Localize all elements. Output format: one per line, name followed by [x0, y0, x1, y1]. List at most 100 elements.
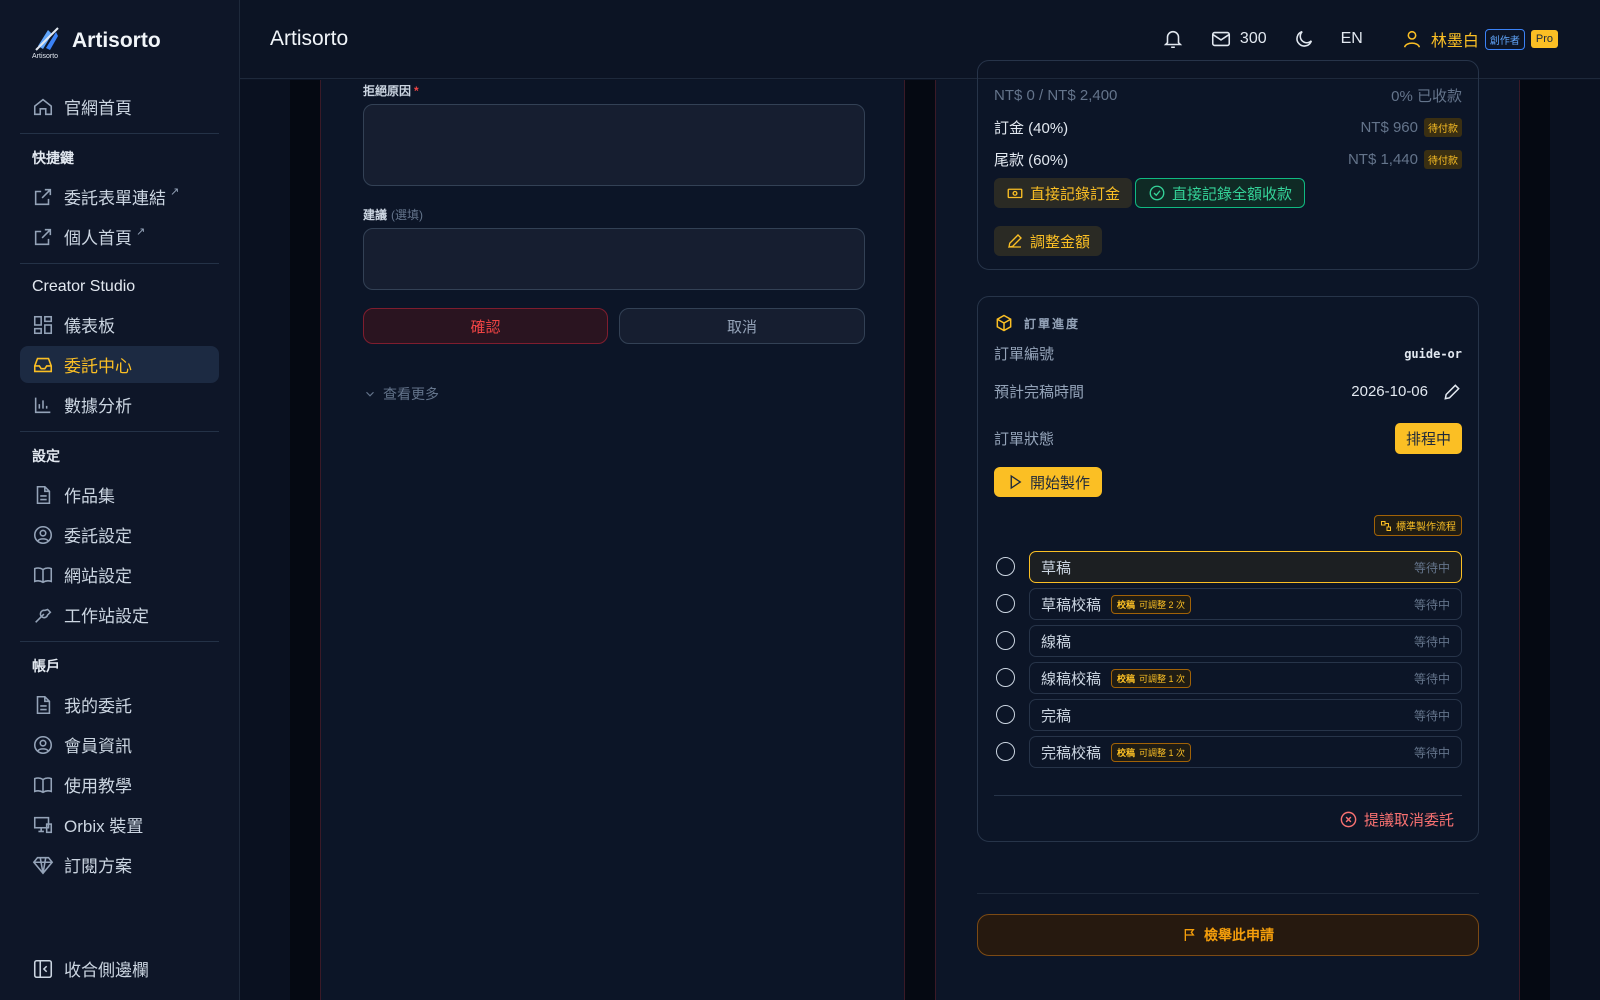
diamond-icon — [32, 856, 54, 874]
sidebar-item-label: 數據分析 — [64, 397, 132, 416]
sidebar-item-label: 我的委託 — [64, 697, 132, 716]
divider — [20, 431, 219, 432]
language-button[interactable]: EN — [1341, 30, 1363, 48]
sidebar-item-label: 委託設定 — [64, 527, 132, 546]
step-status: 等待中 — [1413, 597, 1450, 612]
step-name: 草稿 — [1041, 559, 1072, 577]
eta-value: 2026-10-06 — [1351, 382, 1462, 402]
sidebar-item-portfolio[interactable]: 作品集 — [20, 476, 219, 513]
review-count: 可調整 2 次 — [1139, 599, 1186, 610]
sidebar-item-member-info[interactable]: 會員資訊 — [20, 726, 219, 763]
step-box[interactable]: 線稿校稿 校稿 可調整 1 次 等待中 — [1029, 662, 1462, 694]
record-full-label: 直接記錄全額收款 — [1172, 185, 1293, 203]
sidebar-item-home[interactable]: 官網首頁 — [20, 88, 219, 125]
sidebar-item-form-link[interactable]: 委託表單連結 ↗ — [20, 178, 219, 215]
cash-icon — [1007, 188, 1023, 199]
header-title: Artisorto — [270, 27, 349, 50]
collapse-sidebar-button[interactable]: 收合側邊欄 — [32, 956, 149, 981]
sidebar-item-profile-link[interactable]: 個人首頁 ↗ — [20, 218, 219, 255]
cancel-button[interactable]: 取消 — [619, 308, 865, 344]
sidebar-item-dashboard[interactable]: 儀表板 — [20, 306, 219, 343]
brand-logo-icon: Artisorto — [32, 24, 62, 60]
theme-toggle[interactable] — [1293, 28, 1315, 50]
record-deposit-button[interactable]: 直接記錄訂金 — [994, 178, 1133, 208]
record-full-payment-button[interactable]: 直接記錄全額收款 — [1135, 178, 1306, 208]
order-progress-card: 訂單進度 訂單編號 guide-or 預計完稿時間 2026-10-06 訂單狀… — [977, 296, 1479, 842]
review-key: 校稿 — [1117, 747, 1136, 758]
show-more-toggle[interactable]: 查看更多 — [363, 384, 439, 404]
step-box[interactable]: 草稿 等待中 — [1029, 551, 1462, 583]
step-status: 等待中 — [1413, 634, 1450, 649]
pencil-icon[interactable] — [1442, 382, 1462, 402]
user-name: 林墨白 — [1430, 33, 1479, 50]
step-radio[interactable] — [996, 705, 1015, 724]
gutter — [1520, 80, 1550, 1000]
external-arrow-icon: ↗ — [136, 226, 146, 238]
sidebar-item-tutorial[interactable]: 使用教學 — [20, 766, 219, 803]
status-badge: 待付款 — [1424, 118, 1462, 137]
deposit-row: 訂金 (40%) NT$ 960 待付款 — [994, 117, 1462, 138]
bar-chart-icon — [34, 397, 51, 413]
mail-button[interactable]: 300 — [1210, 28, 1267, 50]
sidebar-item-subscription[interactable]: 訂閱方案 — [20, 846, 219, 883]
review-key: 校稿 — [1117, 599, 1136, 610]
adjust-amount-label: 調整金額 — [1030, 233, 1091, 251]
step-row: 草稿 等待中 — [994, 551, 1462, 583]
eta-date: 2026-10-06 — [1351, 383, 1428, 400]
sidebar-item-site-settings[interactable]: 網站設定 — [20, 556, 219, 593]
collapse-label: 收合側邊欄 — [64, 961, 149, 980]
brand[interactable]: Artisorto Artisorto — [32, 24, 161, 60]
step-radio[interactable] — [996, 742, 1015, 761]
sidebar-item-label: 官網首頁 — [64, 99, 132, 118]
progress-heading-text: 訂單進度 — [1024, 316, 1081, 331]
step-status: 等待中 — [1413, 671, 1450, 686]
document-icon — [36, 485, 51, 504]
sidebar-item-orbix[interactable]: Orbix 裝置 — [20, 806, 219, 843]
adjust-amount-button[interactable]: 調整金額 — [994, 226, 1103, 256]
record-deposit-label: 直接記錄訂金 — [1030, 185, 1121, 203]
sidebar-item-label: 儀表板 — [64, 317, 115, 336]
inbox-icon — [33, 357, 53, 372]
sidebar-item-label: 網站設定 — [64, 567, 132, 586]
deposit-value: NT$ 960 待付款 — [1360, 118, 1462, 137]
workflow-tag-label: 標準製作流程 — [1396, 522, 1456, 533]
brand-name: Artisorto — [72, 29, 161, 52]
step-radio[interactable] — [996, 631, 1015, 650]
workflow-icon — [1381, 520, 1391, 531]
suggest-textarea[interactable] — [363, 228, 865, 290]
section-heading-account: 帳戶 — [32, 658, 60, 674]
payment-total: NT$ 0 / NT$ 2,400 — [994, 87, 1118, 104]
step-box[interactable]: 線稿 等待中 — [1029, 625, 1462, 657]
confirm-button[interactable]: 確認 — [363, 308, 608, 344]
gutter — [290, 80, 320, 1000]
reject-form-panel: 拒絕原因 * 建議 (選填) 確認 取消 查看更多 — [320, 80, 905, 1000]
status-badge: 排程中 — [1394, 423, 1462, 454]
step-box[interactable]: 草稿校稿 校稿 可調整 2 次 等待中 — [1029, 588, 1462, 620]
section-heading-settings: 設定 — [32, 448, 60, 464]
section-heading-shortcuts: 快捷鍵 — [32, 150, 74, 166]
sidebar-item-label: 作品集 — [64, 487, 115, 506]
start-production-button[interactable]: 開始製作 — [994, 467, 1103, 497]
reason-textarea[interactable] — [363, 104, 865, 186]
sidebar-item-my-commissions[interactable]: 我的委託 — [20, 686, 219, 723]
propose-cancel-button[interactable]: 提議取消委託 — [1339, 809, 1454, 830]
status-badge: 待付款 — [1424, 150, 1462, 169]
notifications-button[interactable] — [1162, 28, 1184, 50]
sidebar-item-label: 委託表單連結 — [64, 189, 166, 208]
step-radio[interactable] — [996, 668, 1015, 687]
sidebar-item-analytics[interactable]: 數據分析 — [20, 386, 219, 423]
sidebar-item-workstation-settings[interactable]: 工作站設定 — [20, 596, 219, 633]
order-panel: NT$ 0 / NT$ 2,400 0% 已收款 訂金 (40%) NT$ 96… — [935, 60, 1520, 1000]
step-radio[interactable] — [996, 557, 1015, 576]
workflow-tag[interactable]: 標準製作流程 — [1374, 515, 1462, 536]
wrench-icon — [35, 608, 52, 623]
step-radio[interactable] — [996, 594, 1015, 613]
pro-badge: Pro — [1530, 30, 1558, 48]
sidebar-item-commission-settings[interactable]: 委託設定 — [20, 516, 219, 553]
user-menu[interactable]: 林墨白 創作者 Pro — [1401, 27, 1558, 51]
required-mark: * — [414, 84, 419, 98]
step-box[interactable]: 完稿校稿 校稿 可調整 1 次 等待中 — [1029, 736, 1462, 768]
sidebar-item-commissions[interactable]: 委託中心 — [20, 346, 219, 383]
step-box[interactable]: 完稿 等待中 — [1029, 699, 1462, 731]
report-button[interactable]: 檢舉此申請 — [977, 914, 1479, 956]
